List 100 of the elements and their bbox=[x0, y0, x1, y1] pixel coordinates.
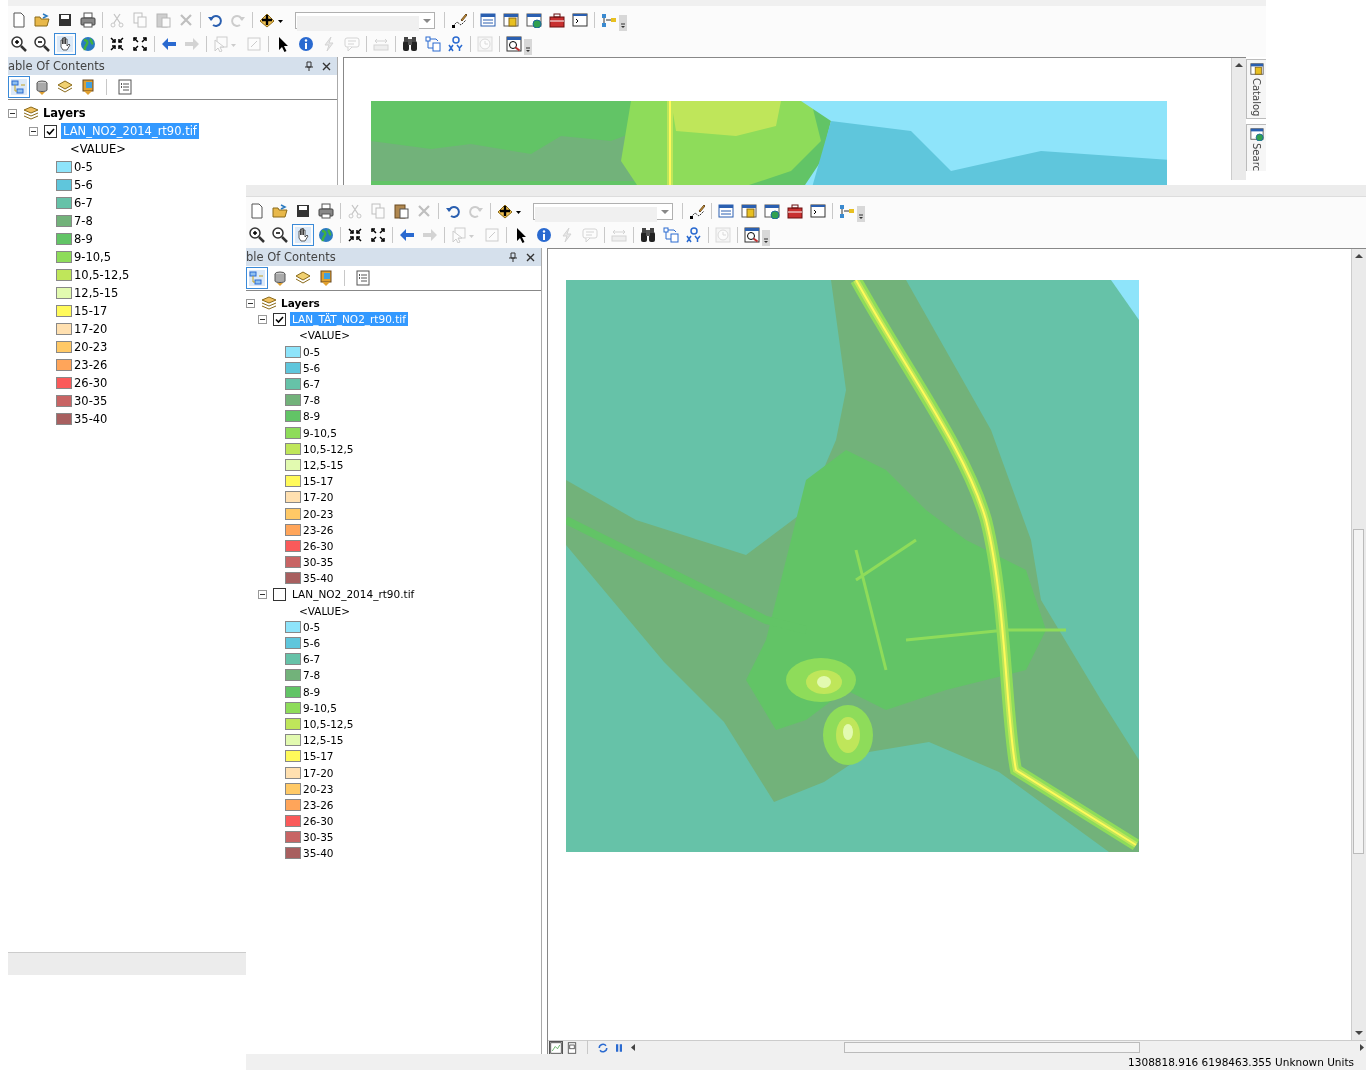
scrollbar-thumb[interactable] bbox=[1353, 529, 1364, 854]
printer-icon[interactable] bbox=[318, 203, 334, 219]
blank-page-icon[interactable] bbox=[11, 12, 27, 28]
layout-page-icon[interactable] bbox=[566, 1041, 578, 1054]
catalog-icon[interactable] bbox=[503, 12, 519, 28]
arrow-up-icon[interactable] bbox=[1235, 62, 1243, 68]
pin-icon[interactable] bbox=[508, 252, 518, 262]
console-window-icon[interactable] bbox=[810, 203, 826, 219]
side-tab[interactable]: Catalog bbox=[1246, 59, 1266, 120]
vertical-scrollbar[interactable] bbox=[1351, 249, 1366, 1040]
database-icon[interactable] bbox=[34, 79, 50, 95]
overflow-caret-icon[interactable] bbox=[857, 206, 865, 222]
collapse-icon[interactable] bbox=[258, 589, 267, 599]
folder-icon[interactable] bbox=[34, 12, 50, 28]
horizontal-scrollbar[interactable] bbox=[629, 1042, 1366, 1053]
blank-page-icon[interactable] bbox=[249, 203, 265, 219]
class-label: 23-26 bbox=[74, 358, 108, 372]
magnifier-window-icon[interactable] bbox=[744, 227, 760, 243]
collapse-icon[interactable] bbox=[29, 126, 38, 136]
catalog-icon[interactable] bbox=[741, 203, 757, 219]
xy-pin-icon[interactable] bbox=[448, 36, 464, 52]
options-list-icon[interactable] bbox=[355, 270, 371, 286]
layers-icon[interactable] bbox=[295, 270, 311, 286]
arrow-left-icon[interactable] bbox=[161, 36, 177, 52]
arrows-outward-icon[interactable] bbox=[132, 36, 148, 52]
toolbox-icon[interactable] bbox=[787, 203, 803, 219]
zoom-in-icon[interactable] bbox=[249, 227, 265, 243]
overflow-caret-icon[interactable] bbox=[619, 15, 627, 31]
undo-icon[interactable] bbox=[445, 203, 461, 219]
clipboard-icon[interactable] bbox=[393, 203, 409, 219]
arrows-outward-icon[interactable] bbox=[370, 227, 386, 243]
flowchart-icon[interactable] bbox=[839, 203, 855, 219]
printer-icon[interactable] bbox=[80, 12, 96, 28]
arrow-left-icon[interactable] bbox=[399, 227, 415, 243]
options-list-icon[interactable] bbox=[117, 79, 133, 95]
console-window-icon[interactable] bbox=[572, 12, 588, 28]
close-icon[interactable] bbox=[526, 252, 535, 262]
layers-label[interactable]: Layers bbox=[43, 106, 86, 120]
zoom-in-icon[interactable] bbox=[11, 36, 27, 52]
class-label: 0-5 bbox=[303, 345, 321, 358]
binoculars-icon[interactable] bbox=[402, 36, 418, 52]
layer-name[interactable]: LAN_NO2_2014_rt90.tif bbox=[290, 587, 417, 602]
info-icon[interactable] bbox=[298, 36, 314, 52]
arrow-up-icon[interactable] bbox=[1355, 253, 1363, 259]
layer-checkbox[interactable] bbox=[273, 312, 286, 326]
globe-icon[interactable] bbox=[318, 227, 334, 243]
toolbox-icon[interactable] bbox=[549, 12, 565, 28]
scale-field[interactable] bbox=[295, 11, 435, 29]
collapse-icon[interactable] bbox=[258, 314, 267, 324]
globe-window-icon[interactable] bbox=[764, 203, 780, 219]
hand-icon[interactable] bbox=[295, 227, 311, 243]
layer-checkbox[interactable] bbox=[44, 124, 57, 138]
close-icon[interactable] bbox=[322, 61, 331, 71]
scale-field[interactable] bbox=[533, 202, 673, 220]
selection-layer-icon[interactable] bbox=[80, 79, 96, 95]
globe-window-icon[interactable] bbox=[526, 12, 542, 28]
flowchart-icon[interactable] bbox=[601, 12, 617, 28]
list-order-icon[interactable] bbox=[11, 79, 27, 95]
arrow-down-icon[interactable] bbox=[1355, 1030, 1363, 1036]
list-window-icon[interactable] bbox=[718, 203, 734, 219]
layers-icon bbox=[261, 296, 277, 311]
list-window-icon[interactable] bbox=[480, 12, 496, 28]
list-order-icon[interactable] bbox=[249, 270, 265, 286]
class-label: 5-6 bbox=[303, 637, 321, 650]
arrow-right-icon[interactable] bbox=[1357, 1043, 1366, 1052]
pencil-nodes-icon[interactable] bbox=[689, 203, 705, 219]
refresh-icon[interactable] bbox=[597, 1041, 609, 1054]
zoom-out-icon[interactable] bbox=[34, 36, 50, 52]
info-icon[interactable] bbox=[536, 227, 552, 243]
pencil-nodes-icon[interactable] bbox=[451, 12, 467, 28]
zoom-out-icon[interactable] bbox=[272, 227, 288, 243]
data-view-icon[interactable] bbox=[550, 1041, 562, 1054]
pause-icon[interactable] bbox=[613, 1041, 625, 1054]
collapse-icon[interactable] bbox=[8, 108, 17, 118]
pin-icon[interactable] bbox=[304, 61, 314, 71]
arrow-left-icon[interactable] bbox=[629, 1043, 638, 1052]
magnifier-window-icon[interactable] bbox=[506, 36, 522, 52]
route-icon[interactable] bbox=[663, 227, 679, 243]
field-name: <VALUE> bbox=[299, 604, 350, 617]
binoculars-icon[interactable] bbox=[640, 227, 656, 243]
undo-icon[interactable] bbox=[207, 12, 223, 28]
route-icon[interactable] bbox=[425, 36, 441, 52]
folder-icon[interactable] bbox=[272, 203, 288, 219]
selection-layer-icon[interactable] bbox=[318, 270, 334, 286]
layer-checkbox[interactable] bbox=[273, 587, 286, 601]
arrows-inward-icon[interactable] bbox=[109, 36, 125, 52]
globe-icon[interactable] bbox=[80, 36, 96, 52]
arrows-inward-icon[interactable] bbox=[347, 227, 363, 243]
database-icon[interactable] bbox=[272, 270, 288, 286]
side-tab[interactable]: Searc bbox=[1246, 124, 1266, 172]
plus-diamond-icon[interactable] bbox=[259, 12, 285, 28]
layers-icon[interactable] bbox=[57, 79, 73, 95]
collapse-icon[interactable] bbox=[246, 298, 255, 308]
plus-diamond-icon[interactable] bbox=[497, 203, 523, 219]
vertical-scrollbar[interactable] bbox=[1231, 58, 1246, 180]
class-label: 23-26 bbox=[303, 523, 334, 536]
hand-icon[interactable] bbox=[57, 36, 73, 52]
layers-label[interactable]: Layers bbox=[281, 297, 320, 310]
xy-pin-icon[interactable] bbox=[686, 227, 702, 243]
scrollbar-thumb[interactable] bbox=[844, 1042, 1140, 1053]
